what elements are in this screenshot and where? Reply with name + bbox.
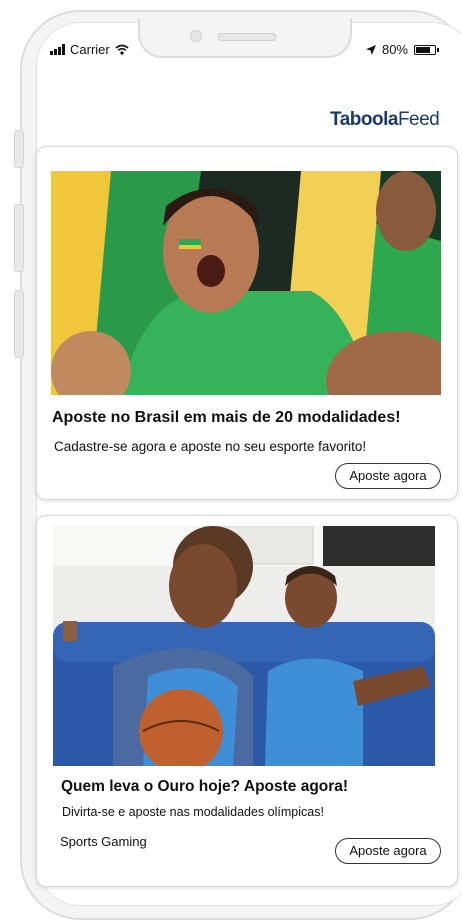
- wifi-icon: [115, 44, 129, 55]
- status-bar-left: Carrier: [50, 42, 129, 57]
- card-2-cta-button[interactable]: Aposte agora: [335, 838, 441, 864]
- family-basketball-photo[interactable]: [53, 526, 435, 766]
- status-bar-right: 80%: [365, 42, 439, 57]
- camera-icon: [190, 30, 202, 42]
- card-2-title[interactable]: Quem leva o Ouro hoje? Aposte agora!: [61, 778, 348, 796]
- card-1-cta-button[interactable]: Aposte agora: [335, 463, 441, 489]
- signal-icon: [50, 44, 65, 55]
- feed-card-1[interactable]: Aposte no Brasil em mais de 20 modalidad…: [36, 146, 458, 500]
- volume-up-button: [14, 204, 24, 272]
- logo-light-text: Feed: [397, 109, 440, 130]
- location-arrow-icon: [365, 44, 376, 55]
- battery-percent: 80%: [381, 42, 408, 57]
- speaker-grille: [218, 33, 276, 41]
- mute-switch: [14, 130, 24, 168]
- card-1-description: Cadastre-se agora e aposte no seu esport…: [54, 439, 367, 454]
- battery-icon: [414, 44, 439, 55]
- football-fans-photo[interactable]: [51, 171, 441, 395]
- card-2-description: Divirta-se e aposte nas modalidades olím…: [62, 805, 324, 819]
- volume-down-button: [14, 290, 24, 358]
- feed-card-2[interactable]: Quem leva o Ouro hoje? Aposte agora! Div…: [36, 515, 458, 887]
- carrier-label: Carrier: [70, 42, 110, 57]
- card-2-source[interactable]: Sports Gaming: [60, 834, 147, 849]
- logo-bold-text: Taboola: [330, 109, 398, 130]
- card-1-title[interactable]: Aposte no Brasil em mais de 20 modalidad…: [52, 409, 401, 427]
- taboola-feed-logo: TaboolaFeed: [330, 109, 440, 130]
